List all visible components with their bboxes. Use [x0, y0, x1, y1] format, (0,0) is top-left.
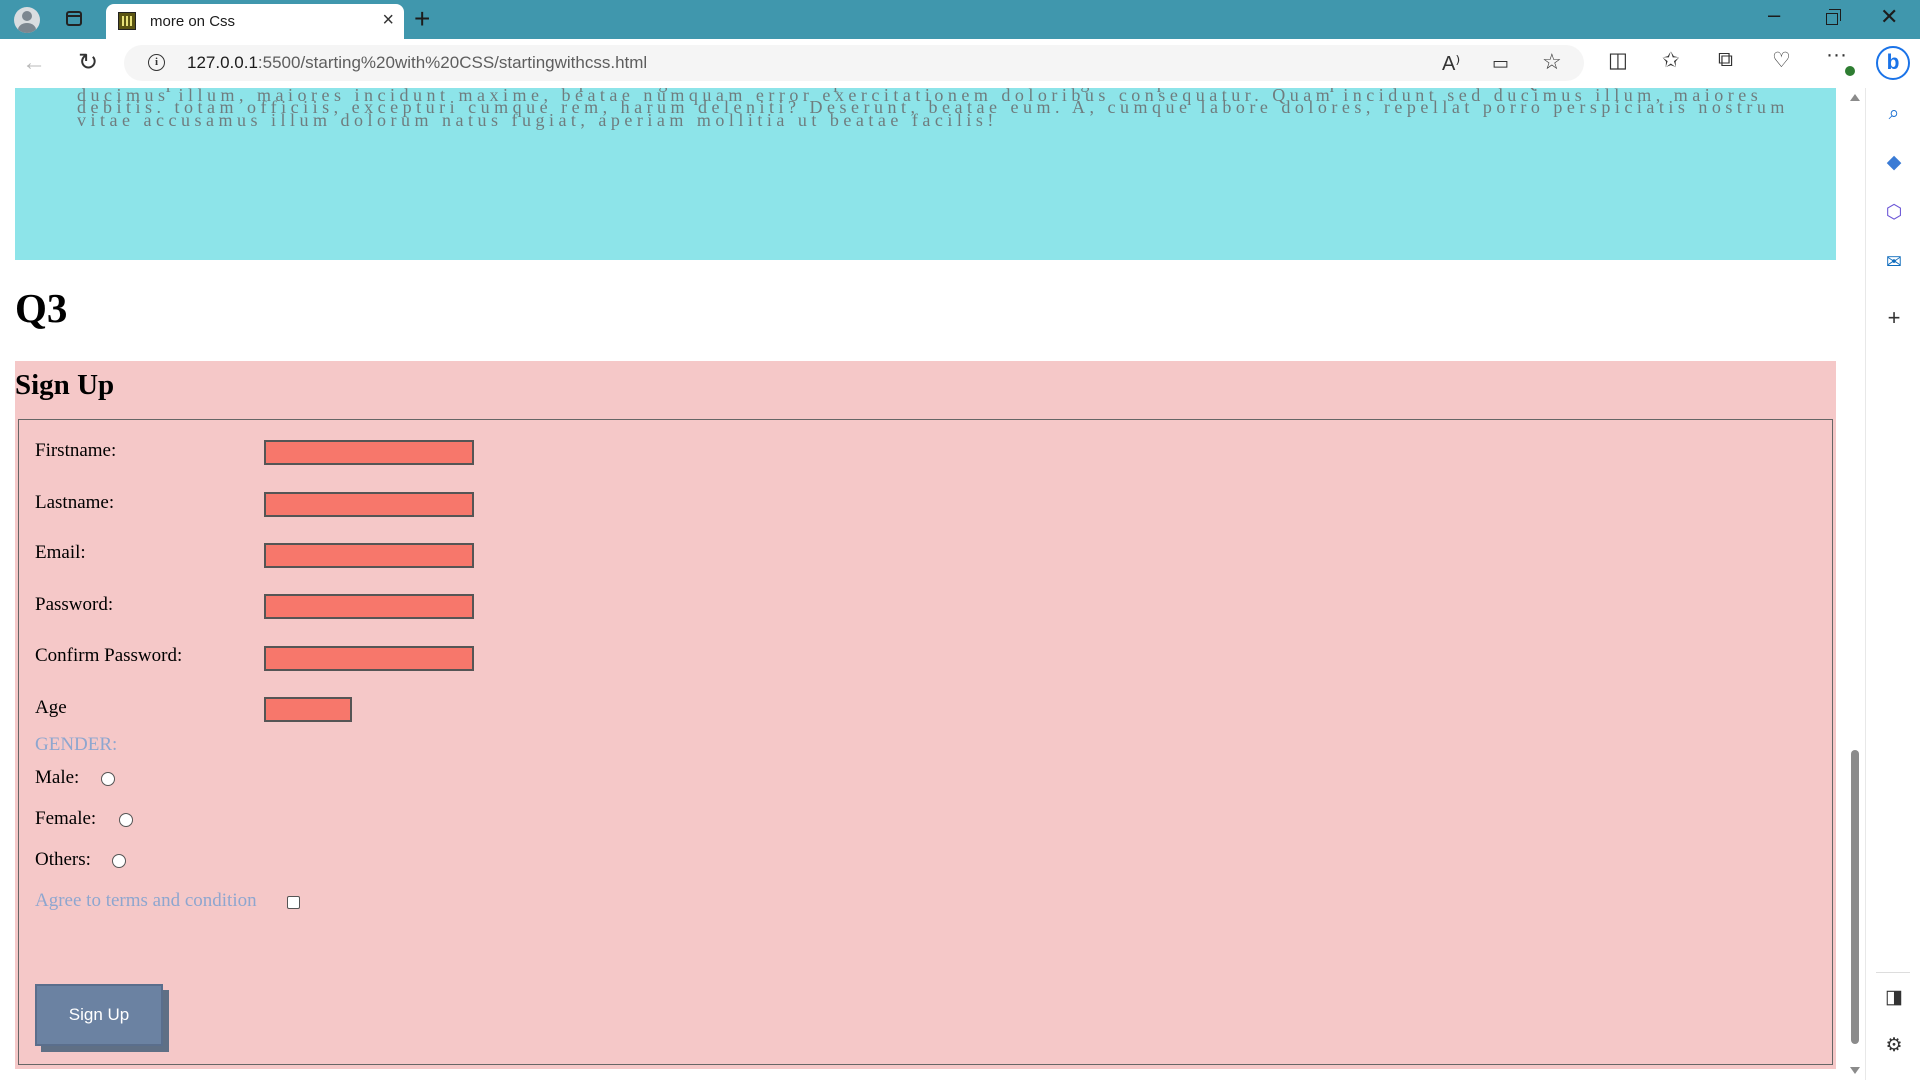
page-scrollbar[interactable] [1845, 88, 1865, 1080]
signup-button[interactable]: Sign Up [35, 984, 163, 1046]
immersive-reader-icon[interactable]: ▭ [1492, 53, 1509, 74]
minimize-icon[interactable]: – [1768, 2, 1780, 28]
collections-icon[interactable]: ⧉ [1718, 48, 1733, 72]
cyan-text-box: Lorem ipsum dolor sit amet consectetur a… [15, 88, 1836, 260]
browser-toolbar: ← ↻ i 127.0.0.1:5500/starting%20with%20C… [0, 39, 1920, 89]
favorite-star-icon[interactable]: ☆ [1542, 49, 1562, 75]
terms-label: Agree to terms and condition [35, 890, 257, 911]
lastname-input[interactable] [264, 492, 474, 517]
office-icon[interactable]: ⬡ [1882, 201, 1906, 225]
password-label: Password: [35, 594, 114, 615]
profile-avatar-icon[interactable] [14, 7, 40, 33]
confirm-password-input[interactable] [264, 646, 474, 671]
female-radio[interactable] [119, 813, 133, 827]
more-menu-icon[interactable]: ··· [1826, 43, 1847, 67]
favorites-icon[interactable]: ✩ [1662, 48, 1680, 73]
restore-icon[interactable] [1826, 9, 1841, 25]
browser-titlebar: more on Css × + – ✕ [0, 0, 1920, 39]
outlook-icon[interactable]: ✉ [1882, 251, 1906, 275]
firstname-label: Firstname: [35, 440, 117, 461]
others-radio[interactable] [112, 854, 126, 868]
page-viewport: Lorem ipsum dolor sit amet consectetur a… [0, 88, 1845, 1080]
male-radio[interactable] [101, 772, 115, 786]
email-label: Email: [35, 542, 86, 563]
page-favicon-icon [118, 12, 136, 30]
female-label: Female: [35, 808, 97, 829]
lorem-paragraph: Lorem ipsum dolor sit amet consectetur a… [77, 88, 1789, 130]
shopping-tag-icon[interactable]: ◆ [1882, 151, 1906, 175]
site-info-icon[interactable]: i [148, 54, 165, 71]
scroll-up-arrow-icon[interactable] [1850, 94, 1860, 101]
scrollbar-thumb[interactable] [1851, 750, 1859, 1044]
settings-gear-icon[interactable]: ⚙ [1882, 1034, 1906, 1058]
gender-label: GENDER: [35, 734, 118, 755]
url-text[interactable]: 127.0.0.1:5500/starting%20with%20CSS/sta… [187, 53, 647, 73]
reload-icon[interactable]: ↻ [78, 48, 98, 77]
address-bar[interactable]: i 127.0.0.1:5500/starting%20with%20CSS/s… [124, 45, 1584, 81]
scroll-down-arrow-icon[interactable] [1850, 1067, 1860, 1074]
bing-copilot-icon[interactable]: b [1876, 46, 1910, 80]
add-sidebar-app-icon[interactable]: + [1882, 306, 1906, 330]
new-tab-icon[interactable]: + [414, 4, 430, 34]
signup-title: Sign Up [15, 369, 115, 401]
edge-sidebar: ⌕ ◆ ⬡ ✉ + ◨ ⚙ [1865, 88, 1920, 1080]
back-arrow-icon[interactable]: ← [22, 49, 46, 77]
close-tab-icon[interactable]: × [382, 10, 394, 30]
close-window-icon[interactable]: ✕ [1880, 4, 1898, 30]
age-input[interactable] [264, 697, 352, 722]
hide-sidebar-icon[interactable]: ◨ [1882, 986, 1906, 1010]
lastname-label: Lastname: [35, 492, 115, 513]
male-label: Male: [35, 767, 80, 788]
signup-form: Firstname: Lastname: Email: Password: Co… [18, 419, 1833, 1065]
notification-badge-icon [1845, 66, 1855, 76]
password-input[interactable] [264, 594, 474, 619]
browser-essentials-icon[interactable]: ♡ [1772, 48, 1791, 73]
age-label: Age [35, 697, 67, 718]
q3-heading: Q3 [15, 285, 68, 331]
firstname-input[interactable] [264, 440, 474, 465]
sidebar-separator [1876, 972, 1910, 973]
others-label: Others: [35, 849, 91, 870]
signup-section: Sign Up Firstname: Lastname: Email: Pass… [15, 361, 1836, 1069]
browser-tab[interactable]: more on Css × [106, 4, 404, 39]
search-icon[interactable]: ⌕ [1882, 102, 1906, 126]
confirm-password-label: Confirm Password: [35, 645, 183, 666]
split-screen-icon[interactable]: ◫ [1608, 48, 1628, 73]
email-input[interactable] [264, 543, 474, 568]
read-aloud-icon[interactable]: A⁾ [1442, 51, 1460, 76]
terms-checkbox[interactable] [287, 896, 300, 909]
tab-title: more on Css [150, 13, 236, 30]
tab-actions-icon[interactable] [66, 11, 82, 26]
